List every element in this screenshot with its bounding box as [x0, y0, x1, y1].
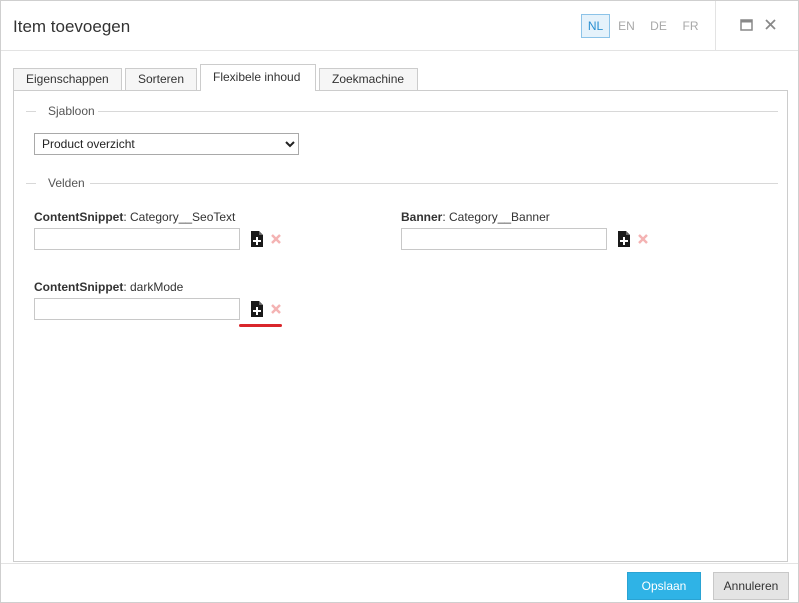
maximize-icon [740, 19, 753, 31]
tab-eigenschappen[interactable]: Eigenschappen [13, 68, 122, 91]
add-item-dialog: Item toevoegen NL EN DE FR Eigenschappen… [0, 0, 799, 603]
tab-bar: Eigenschappen Sorteren Flexibele inhoud … [13, 64, 788, 91]
add-darkmode-button[interactable] [250, 301, 264, 317]
remove-banner-button[interactable] [636, 232, 650, 248]
language-de[interactable]: DE [644, 14, 673, 38]
banner-input[interactable] [401, 228, 607, 250]
dialog-titlebar: Item toevoegen NL EN DE FR [1, 1, 798, 51]
template-legend-label: Sjabloon [48, 104, 95, 118]
tab-sorteren[interactable]: Sorteren [125, 68, 197, 91]
remove-x-icon [271, 304, 281, 314]
field-label-seotext: ContentSnippet: Category__SeoText [34, 210, 236, 224]
darkmode-input[interactable] [34, 298, 240, 320]
add-seotext-button[interactable] [250, 231, 264, 247]
maximize-button[interactable] [738, 16, 756, 34]
close-icon [765, 19, 776, 30]
language-nl[interactable]: NL [581, 14, 610, 38]
add-banner-button[interactable] [617, 231, 631, 247]
seotext-input[interactable] [34, 228, 240, 250]
remove-darkmode-button[interactable] [269, 302, 283, 318]
dialog-footer: Opslaan Annuleren [1, 563, 798, 603]
add-file-icon [251, 231, 263, 247]
template-select[interactable]: Product overzicht [34, 133, 299, 155]
tab-flexibele-inhoud[interactable]: Flexibele inhoud [200, 64, 316, 91]
field-label-banner: Banner: Category__Banner [401, 210, 550, 224]
add-file-icon [618, 231, 630, 247]
template-fieldset-legend: Sjabloon [26, 104, 778, 118]
tab-zoekmachine[interactable]: Zoekmachine [319, 68, 418, 91]
cancel-button[interactable]: Annuleren [713, 572, 789, 600]
field-label-darkmode: ContentSnippet: darkMode [34, 280, 184, 294]
add-file-icon [251, 301, 263, 317]
remove-seotext-button[interactable] [269, 232, 283, 248]
highlight-underline [239, 324, 282, 327]
close-button[interactable] [762, 16, 780, 34]
remove-x-icon [638, 234, 648, 244]
dialog-title: Item toevoegen [13, 17, 131, 36]
remove-x-icon [271, 234, 281, 244]
titlebar-divider [715, 1, 716, 51]
fields-legend-label: Velden [48, 176, 85, 190]
tab-panel-flexibele-inhoud: Sjabloon Product overzicht Velden Conten… [13, 90, 788, 562]
fields-fieldset-legend: Velden [26, 176, 778, 190]
language-en[interactable]: EN [612, 14, 641, 38]
language-fr[interactable]: FR [676, 14, 705, 38]
save-button[interactable]: Opslaan [627, 572, 701, 600]
